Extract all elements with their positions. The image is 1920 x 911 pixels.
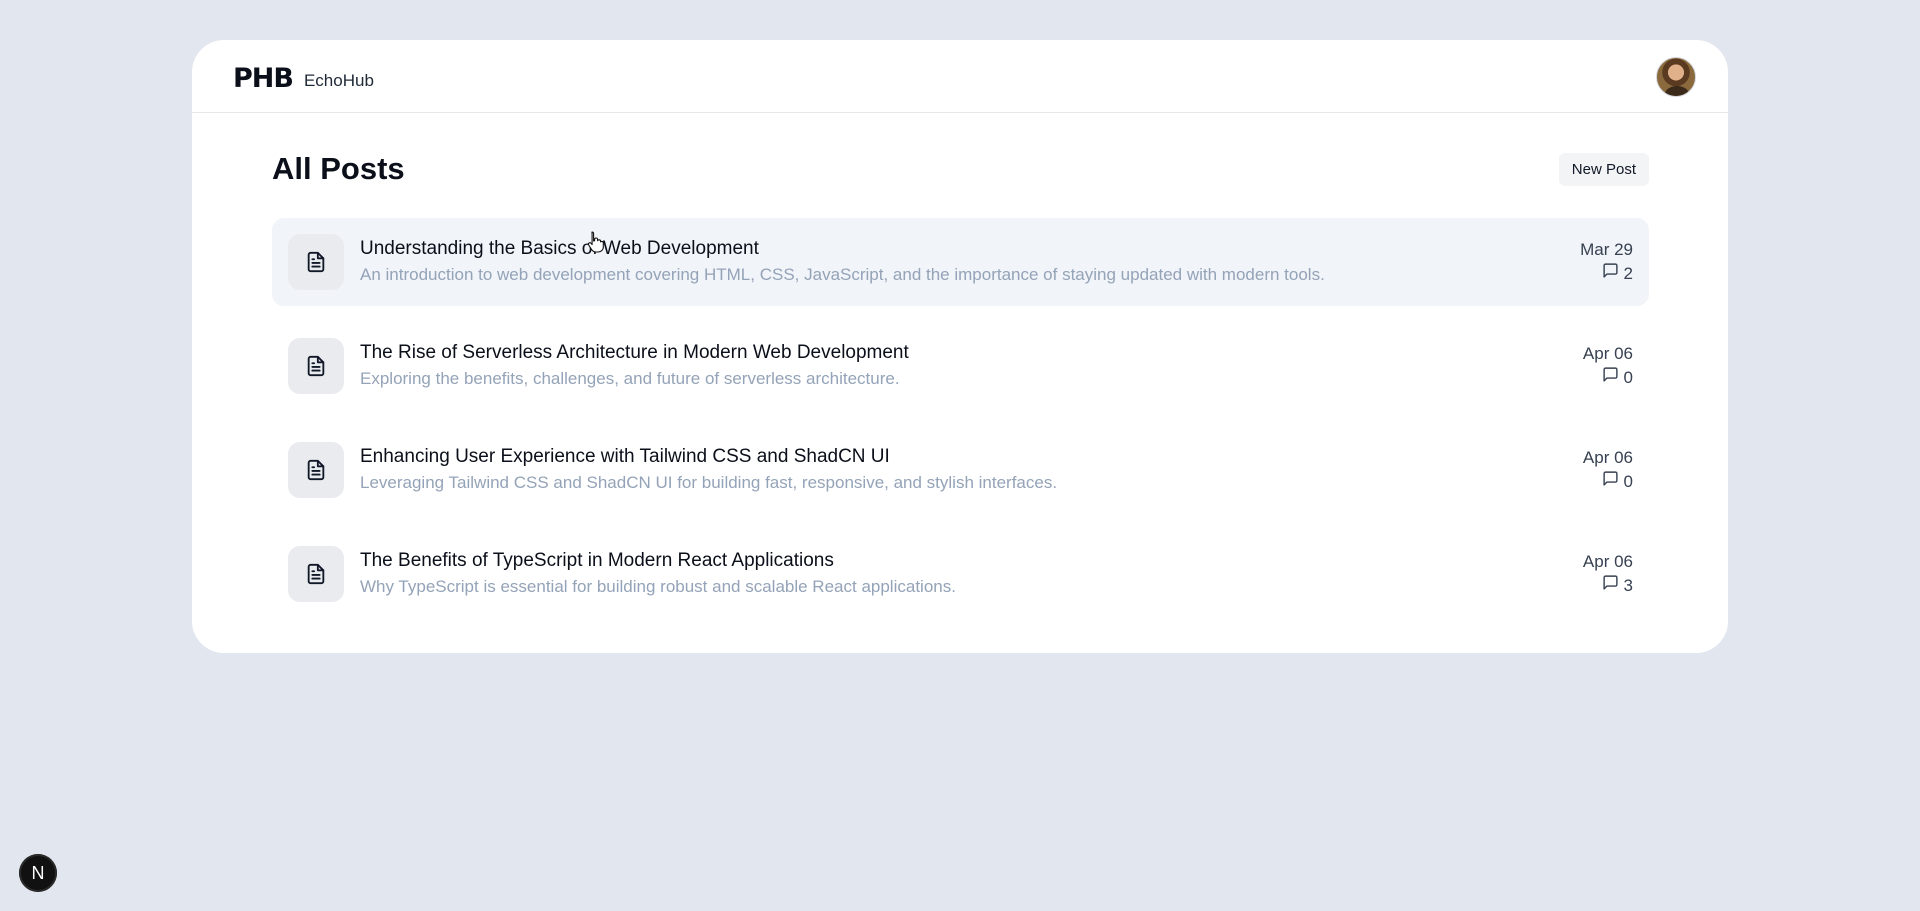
comment-icon	[1602, 574, 1619, 598]
post-title[interactable]: Understanding the Basics of Web Developm…	[360, 237, 1580, 261]
post-title[interactable]: Enhancing User Experience with Tailwind …	[360, 445, 1583, 469]
post-date: Apr 06	[1582, 344, 1633, 363]
app-name[interactable]: EchoHub	[304, 71, 374, 91]
title-row: All Posts New Post	[272, 149, 1649, 189]
post-meta: Apr 06 0	[1583, 446, 1633, 494]
post-text: The Rise of Serverless Architecture in M…	[360, 341, 1583, 391]
post-list: Understanding the Basics of Web Developm…	[272, 218, 1649, 618]
post-text: The Benefits of TypeScript in Modern Rea…	[360, 549, 1583, 599]
comment-count-value: 3	[1623, 576, 1633, 595]
post-title[interactable]: The Benefits of TypeScript in Modern Rea…	[360, 549, 1583, 573]
comment-count-value: 0	[1623, 472, 1633, 491]
post-text: Enhancing User Experience with Tailwind …	[360, 445, 1583, 495]
main-content: All Posts New Post Understanding the Bas…	[192, 113, 1728, 618]
post-item[interactable]: The Benefits of TypeScript in Modern Rea…	[272, 530, 1649, 618]
main-card: PHB EchoHub All Posts New Post Understan…	[192, 40, 1728, 653]
post-description: An introduction to web development cover…	[360, 265, 1325, 284]
comment-count: 0	[1583, 470, 1633, 494]
app-header: PHB EchoHub	[192, 40, 1728, 113]
post-description: Leveraging Tailwind CSS and ShadCN UI fo…	[360, 473, 1058, 492]
comment-count-value: 2	[1623, 264, 1633, 283]
post-meta: Apr 06 0	[1583, 342, 1633, 390]
post-description: Why TypeScript is essential for building…	[360, 577, 956, 596]
post-date: Apr 06	[1582, 448, 1633, 467]
post-description: Exploring the benefits, challenges, and …	[360, 369, 900, 388]
comment-count: 0	[1583, 366, 1633, 390]
post-title[interactable]: The Rise of Serverless Architecture in M…	[360, 341, 1583, 365]
brand[interactable]: PHB EchoHub	[233, 63, 374, 94]
post-date: Apr 06	[1582, 552, 1633, 571]
dev-badge[interactable]: N	[19, 854, 57, 892]
post-date: Mar 29	[1580, 240, 1633, 259]
document-icon	[288, 442, 344, 498]
document-icon	[288, 546, 344, 602]
document-icon	[288, 234, 344, 290]
comment-count: 3	[1583, 574, 1633, 598]
post-item[interactable]: Understanding the Basics of Web Developm…	[272, 218, 1649, 306]
comment-icon	[1602, 262, 1619, 286]
post-text: Understanding the Basics of Web Developm…	[360, 237, 1580, 287]
post-item[interactable]: Enhancing User Experience with Tailwind …	[272, 426, 1649, 514]
hand-cursor-icon	[586, 230, 606, 254]
new-post-button[interactable]: New Post	[1558, 152, 1649, 186]
post-meta: Mar 29 2	[1580, 238, 1633, 286]
post-meta: Apr 06 3	[1583, 550, 1633, 598]
comment-count-value: 0	[1623, 368, 1633, 387]
document-icon	[288, 338, 344, 394]
comment-icon	[1602, 366, 1619, 390]
post-item[interactable]: The Rise of Serverless Architecture in M…	[272, 322, 1649, 410]
comment-icon	[1602, 470, 1619, 494]
logo[interactable]: PHB	[233, 63, 294, 94]
comment-count: 2	[1580, 262, 1633, 286]
page-title: All Posts	[272, 151, 405, 186]
user-avatar[interactable]	[1656, 57, 1696, 97]
